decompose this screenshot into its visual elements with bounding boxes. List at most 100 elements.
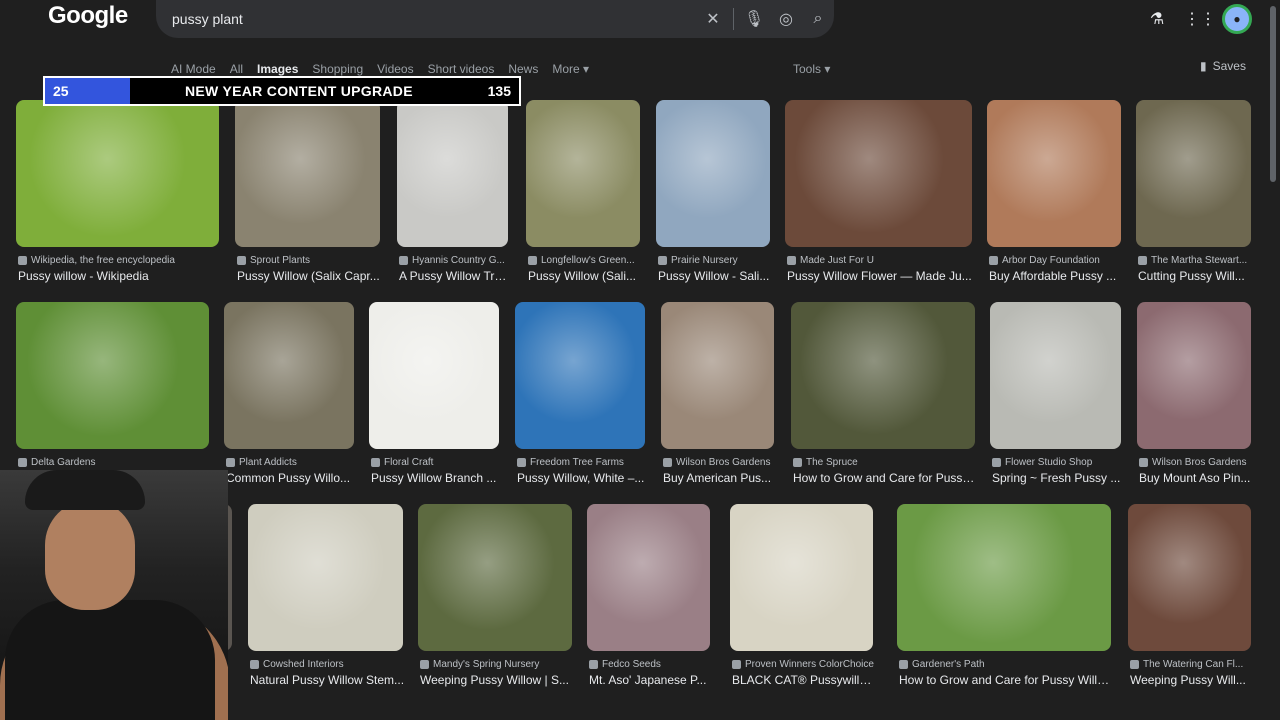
result-source[interactable]: Fedco Seeds xyxy=(589,659,712,670)
result-source[interactable]: Arbor Day Foundation xyxy=(989,255,1123,266)
result-title[interactable]: Buy Affordable Pussy ... xyxy=(989,269,1123,283)
image-result-card[interactable]: Made Just For U Pussy Willow Flower — Mad… xyxy=(785,100,972,287)
result-title[interactable]: Weeping Pussy Willow | S... xyxy=(420,673,574,687)
result-title[interactable]: Weeping Pussy Will... xyxy=(1130,673,1253,687)
search-input[interactable]: pussy plant xyxy=(172,11,697,27)
result-title[interactable]: Buy American Pus... xyxy=(663,471,776,485)
result-source[interactable]: Gardener's Path xyxy=(899,659,1113,670)
result-thumbnail[interactable] xyxy=(369,302,499,449)
image-result-card[interactable]: Arbor Day Foundation Buy Affordable Pussy… xyxy=(987,100,1121,287)
result-title[interactable]: A Pussy Willow Tre... xyxy=(399,269,510,283)
result-source[interactable]: The Spruce xyxy=(793,457,977,468)
result-source[interactable]: Proven Winners ColorChoice xyxy=(732,659,875,670)
result-source[interactable]: The Watering Can Fl... xyxy=(1130,659,1253,670)
result-thumbnail[interactable] xyxy=(656,100,770,247)
tab-short-videos[interactable]: Short videos xyxy=(428,62,495,76)
result-thumbnail[interactable] xyxy=(785,100,972,247)
result-thumbnail[interactable] xyxy=(1137,302,1251,449)
image-result-card[interactable]: Cowshed Interiors Natural Pussy Willow St… xyxy=(248,504,405,691)
tab-news[interactable]: News xyxy=(508,62,538,76)
result-title[interactable]: How to Grow and Care for Pussy... xyxy=(793,471,977,485)
result-title[interactable]: How to Grow and Care for Pussy Willo... xyxy=(899,673,1113,687)
result-thumbnail[interactable] xyxy=(16,302,209,449)
result-thumbnail[interactable] xyxy=(791,302,975,449)
tab-ai-mode[interactable]: AI Mode xyxy=(171,62,216,76)
result-source[interactable]: Longfellow's Green... xyxy=(528,255,642,266)
result-source[interactable]: Freedom Tree Farms xyxy=(517,457,647,468)
image-result-card[interactable]: Plant Addicts Common Pussy Willo... xyxy=(224,302,354,489)
result-title[interactable]: Natural Pussy Willow Stem... xyxy=(250,673,405,687)
labs-flask-icon[interactable]: ⚗ xyxy=(1146,9,1168,29)
camera-search-icon[interactable]: ◎ xyxy=(770,3,802,35)
image-result-card[interactable]: Gardener's Path How to Grow and Care for … xyxy=(897,504,1113,691)
result-source[interactable]: Delta Gardens xyxy=(18,457,211,468)
result-source[interactable]: Cowshed Interiors xyxy=(250,659,405,670)
tab-more[interactable]: More ▾ xyxy=(552,62,589,76)
scrollbar[interactable] xyxy=(1270,6,1276,182)
result-title[interactable]: Pussy Willow - Sali... xyxy=(658,269,772,283)
image-result-card[interactable]: Longfellow's Green... Pussy Willow (Sali.… xyxy=(526,100,640,287)
result-title[interactable]: Common Pussy Willo... xyxy=(226,471,356,485)
image-result-card[interactable]: Wilson Bros Gardens Buy American Pus... xyxy=(661,302,774,489)
search-icon[interactable]: ⌕ xyxy=(802,3,834,35)
result-source[interactable]: Wilson Bros Gardens xyxy=(663,457,776,468)
tab-shopping[interactable]: Shopping xyxy=(312,62,363,76)
image-result-card[interactable]: Sprout Plants Pussy Willow (Salix Capr... xyxy=(235,100,380,287)
result-thumbnail[interactable] xyxy=(248,504,403,651)
result-title[interactable]: Spring ~ Fresh Pussy ... xyxy=(992,471,1123,485)
saves-button[interactable]: ▮ Saves xyxy=(1200,59,1246,73)
result-title[interactable]: Mt. Aso' Japanese P... xyxy=(589,673,712,687)
image-result-card[interactable]: The Martha Stewart... Cutting Pussy Will.… xyxy=(1136,100,1251,287)
result-source[interactable]: Flower Studio Shop xyxy=(992,457,1123,468)
result-thumbnail[interactable] xyxy=(1136,100,1251,247)
result-source[interactable]: Mandy's Spring Nursery xyxy=(420,659,574,670)
image-result-card[interactable]: Flower Studio Shop Spring ~ Fresh Pussy .… xyxy=(990,302,1121,489)
result-title[interactable]: Pussy Willow Branch ... xyxy=(371,471,501,485)
microphone-icon[interactable]: 🎙 xyxy=(738,3,770,35)
image-result-card[interactable]: Wikipedia, the free encyclopedia Pussy wi… xyxy=(16,100,219,287)
apps-grid-icon[interactable]: ⋮⋮ xyxy=(1184,9,1216,29)
image-result-card[interactable]: Hyannis Country G... A Pussy Willow Tre..… xyxy=(397,100,510,287)
result-source[interactable]: The Martha Stewart... xyxy=(1138,255,1253,266)
image-result-card[interactable]: Fedco Seeds Mt. Aso' Japanese P... xyxy=(587,504,710,691)
result-source[interactable]: Wikipedia, the free encyclopedia xyxy=(18,255,221,266)
result-title[interactable]: Cutting Pussy Will... xyxy=(1138,269,1253,283)
result-thumbnail[interactable] xyxy=(897,504,1111,651)
image-result-card[interactable]: The Spruce How to Grow and Care for Pussy… xyxy=(791,302,977,489)
image-result-card[interactable]: Mandy's Spring Nursery Weeping Pussy Will… xyxy=(418,504,572,691)
image-result-card[interactable]: Prairie Nursery Pussy Willow - Sali... xyxy=(656,100,770,287)
result-thumbnail[interactable] xyxy=(418,504,572,651)
result-thumbnail[interactable] xyxy=(661,302,774,449)
tools-button[interactable]: Tools ▾ xyxy=(793,62,830,76)
result-title[interactable]: Pussy Willow (Salix Capr... xyxy=(237,269,382,283)
result-thumbnail[interactable] xyxy=(16,100,219,247)
image-result-card[interactable]: Freedom Tree Farms Pussy Willow, White –.… xyxy=(515,302,645,489)
google-logo[interactable]: Google xyxy=(48,2,128,30)
clear-icon[interactable]: ✕ xyxy=(697,3,729,35)
result-source[interactable]: Floral Craft xyxy=(371,457,501,468)
avatar[interactable]: ● xyxy=(1222,4,1252,34)
image-result-card[interactable]: Floral Craft Pussy Willow Branch ... xyxy=(369,302,499,489)
result-thumbnail[interactable] xyxy=(224,302,354,449)
result-title[interactable]: Pussy willow - Wikipedia xyxy=(18,269,221,283)
image-result-card[interactable]: Wilson Bros Gardens Buy Mount Aso Pin... xyxy=(1137,302,1251,489)
result-thumbnail[interactable] xyxy=(990,302,1121,449)
tab-videos[interactable]: Videos xyxy=(377,62,413,76)
result-thumbnail[interactable] xyxy=(526,100,640,247)
result-title[interactable]: BLACK CAT® Pussywillow... xyxy=(732,673,875,687)
result-source[interactable]: Sprout Plants xyxy=(237,255,382,266)
result-thumbnail[interactable] xyxy=(235,100,380,247)
result-source[interactable]: Hyannis Country G... xyxy=(399,255,510,266)
result-source[interactable]: Made Just For U xyxy=(787,255,974,266)
result-thumbnail[interactable] xyxy=(587,504,710,651)
result-source[interactable]: Plant Addicts xyxy=(226,457,356,468)
result-thumbnail[interactable] xyxy=(730,504,873,651)
result-thumbnail[interactable] xyxy=(1128,504,1251,651)
result-source[interactable]: Prairie Nursery xyxy=(658,255,772,266)
result-title[interactable]: Buy Mount Aso Pin... xyxy=(1139,471,1253,485)
tab-images[interactable]: Images xyxy=(257,62,298,76)
result-title[interactable]: Pussy Willow, White –... xyxy=(517,471,647,485)
result-title[interactable]: Pussy Willow Flower — Made Ju... xyxy=(787,269,974,283)
tab-all[interactable]: All xyxy=(230,62,243,76)
image-result-card[interactable]: Delta GardensDelta Gardens Pussy Willow … xyxy=(16,302,209,489)
